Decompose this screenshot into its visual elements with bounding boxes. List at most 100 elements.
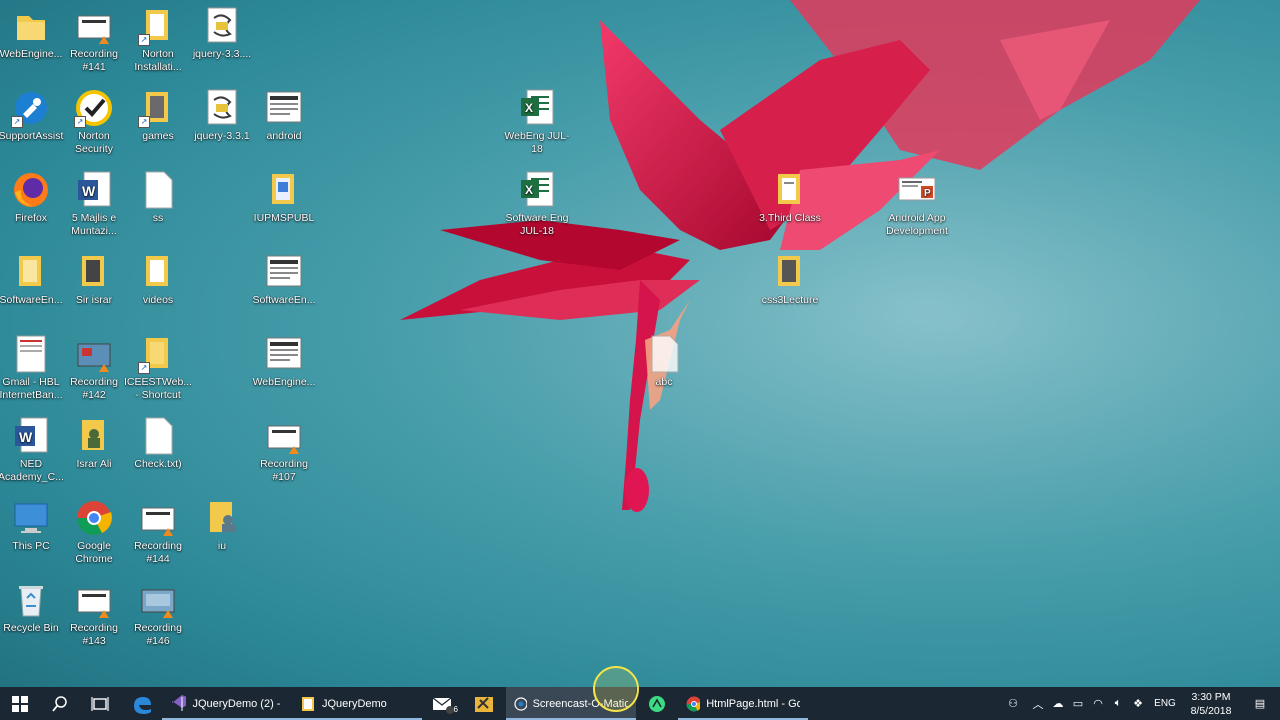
folder-icon: ↗ [138,6,178,46]
document-thumb-icon [264,334,304,374]
desktop-icon-israr-ali[interactable]: Israr Ali [62,416,126,471]
desktop-icon-google-chrome[interactable]: Google Chrome [62,498,126,566]
icon-label: Recording #144 [134,540,182,565]
word-icon: W [11,416,51,456]
icon-label: Norton Security [75,130,113,155]
taskbar: JQueryDemo (2) - ... JQueryDemo 6 Screen… [0,687,1280,720]
desktop-icon-jquery-file[interactable]: jquery-3.3.... [190,6,254,61]
icon-label: ICEESTWeb... - Shortcut [124,376,192,401]
taskbar-app-visual-studio[interactable]: JQueryDemo (2) - ... [162,687,292,720]
shortcut-arrow-icon: ↗ [11,116,23,128]
desktop-icon-android[interactable]: android [252,88,316,143]
taskbar-app-file-explorer[interactable]: JQueryDemo [292,687,422,720]
icon-label: Check.txt) [134,458,182,470]
icon-label: Recording #107 [260,458,308,483]
task-view-icon [91,696,109,711]
desktop-icon-iupmspubl[interactable]: IUPMSPUBL [252,170,316,225]
desktop-icon-recording-107[interactable]: Recording #107 [252,416,316,484]
desktop-icon-this-pc[interactable]: This PC [0,498,63,553]
taskbar-app-tools[interactable] [464,687,506,720]
icon-label: 5 Majlis e Muntazi... [71,212,117,237]
clock[interactable]: 3:30 PM 8/5/2018 [1182,690,1240,718]
folder-icon [74,252,114,292]
screencast-icon [514,696,527,711]
wifi-icon[interactable]: ◠ [1088,687,1108,720]
desktop-icon-software-eng-jul18[interactable]: X Software Eng JUL-18 [505,170,569,238]
icon-label: SoftwareEn... [0,294,63,306]
taskbar-app-android-studio[interactable] [636,687,678,720]
action-center-icon[interactable]: ▤ [1240,687,1280,720]
show-hidden-icons-chevron-up-icon[interactable]: ︿ [1028,687,1048,720]
icon-label: Firefox [14,212,48,224]
desktop-icon-recycle-bin[interactable]: Recycle Bin [0,580,63,635]
dropbox-icon[interactable]: ❖ [1128,687,1148,720]
mail-badge: 6 [453,705,458,714]
icon-label: android [266,130,302,142]
desktop-icon-webeng-jul18[interactable]: X WebEng JUL-18 [504,88,570,156]
desktop-icon-third-class[interactable]: 3.Third Class [758,170,822,225]
desktop-icon-recording-146[interactable]: Recording #146 [126,580,190,648]
desktop-icon-webengine-folder[interactable]: WebEngine... [0,6,63,61]
desktop-icon-softwareen-doc[interactable]: SoftwareEn... [252,252,316,307]
system-tray: ⚇ ︿ ☁ ▭ ◠ 🔈︎ ❖ ENG 3:30 PM 8/5/2018 ▤ [998,687,1280,720]
desktop-icon-android-app-development[interactable]: P Android App Development [885,170,949,238]
people-icon[interactable]: ⚇ [998,687,1028,720]
desktop-icon-ned-academy[interactable]: W NED Academy_C... [0,416,64,484]
desktop-icon-recording-141[interactable]: Recording #141 [62,6,126,74]
desktop-icon-iu[interactable]: iu [190,498,254,553]
language-indicator[interactable]: ENG [1148,687,1182,720]
desktop-icon-firefox[interactable]: Firefox [0,170,63,225]
icon-label: jquery-3.3.... [192,48,252,60]
desktop-icon-norton-security[interactable]: ↗ Norton Security [62,88,126,156]
edge-button[interactable] [120,687,162,720]
folder-icon [11,252,51,292]
desktop-icon-softwareen-folder[interactable]: SoftwareEn... [0,252,63,307]
windows-logo-icon [12,695,28,712]
desktop-icon-ss[interactable]: ss [126,170,190,225]
desktop-icon-recording-144[interactable]: Recording #144 [126,498,190,566]
icon-label: Sir israr [75,294,113,306]
desktop-icon-iceestweb-shortcut[interactable]: ↗ ICEESTWeb... - Shortcut [124,334,192,402]
clock-date: 8/5/2018 [1190,704,1232,717]
desktop-icon-videos[interactable]: videos [126,252,190,307]
recording-icon [138,498,178,538]
icon-label: jquery-3.3.1 [194,130,250,142]
start-button[interactable] [0,687,40,720]
desktop-icon-majlis-word[interactable]: W 5 Majlis e Muntazi... [62,170,126,238]
volume-icon[interactable]: 🔈︎ [1108,687,1128,720]
desktop-icon-webengine-doc[interactable]: WebEngine... [252,334,316,389]
desktop-icon-recording-143[interactable]: Recording #143 [62,580,126,648]
desktop-icon-games[interactable]: ↗ games [126,88,190,143]
folder-icon [302,696,314,711]
icon-label: ss [152,212,164,224]
desktop-icon-jquery-331[interactable]: jquery-3.3.1 [190,88,254,143]
desktop-icon-norton-installation[interactable]: ↗ Norton Installati... [126,6,190,74]
battery-icon[interactable]: ▭ [1068,687,1088,720]
desktop-icon-gmail-hbl[interactable]: Gmail - HBL InternetBan... [0,334,63,402]
desktop-icon-abc[interactable]: abc [632,334,696,389]
shortcut-arrow-icon: ↗ [74,116,86,128]
recording-icon [74,334,114,374]
taskbar-app-mail[interactable]: 6 [422,687,464,720]
folder-icon [770,170,810,210]
svg-text:W: W [82,183,96,199]
icon-label: IUPMSPUBL [253,212,315,224]
task-view-button[interactable] [80,687,120,720]
onedrive-icon[interactable]: ☁ [1048,687,1068,720]
icon-label: 3.Third Class [759,212,821,224]
search-button[interactable] [40,687,80,720]
folder-icon [202,498,242,538]
recording-icon [264,416,304,456]
icon-label: Recording #146 [134,622,182,647]
blank-file-icon [138,416,178,456]
document-thumb-icon [264,252,304,292]
desktop-icon-css3lecture[interactable]: css3Lecture [758,252,822,307]
desktop-icon-check-txt[interactable]: Check.txt) [126,416,190,471]
recycle-bin-icon [11,580,51,620]
cursor-highlight [593,666,639,712]
desktop-icon-recording-142[interactable]: Recording #142 [62,334,126,402]
blank-file-icon [138,170,178,210]
desktop-icon-supportassist[interactable]: ↗ SupportAssist [0,88,63,143]
desktop-icon-sir-israr[interactable]: Sir israr [62,252,126,307]
taskbar-app-chrome[interactable]: HtmlPage.html - Go... [678,687,808,720]
